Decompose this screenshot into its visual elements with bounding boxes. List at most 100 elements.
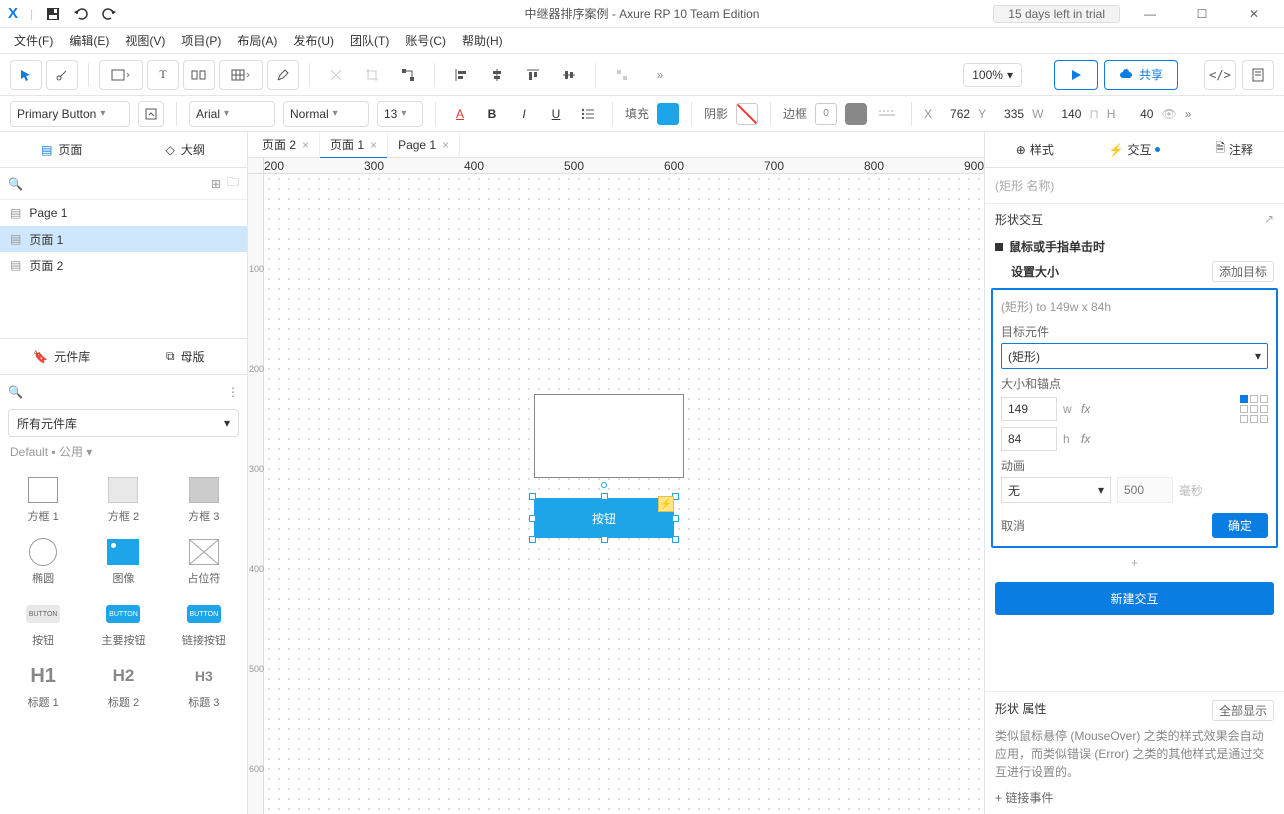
align-middle-tool[interactable]	[553, 60, 585, 90]
tab-style[interactable]: ⊕样式	[985, 132, 1085, 167]
width-input[interactable]	[1001, 397, 1057, 421]
menu-help[interactable]: 帮助(H)	[456, 30, 509, 51]
bullet-list-button[interactable]	[576, 102, 600, 126]
target-select[interactable]: (矩形)▾	[1001, 343, 1268, 369]
doc-tab[interactable]: 页面 2×	[252, 132, 320, 158]
link-event-button[interactable]: + 链接事件	[995, 789, 1274, 806]
rectangle-tool[interactable]	[99, 60, 143, 90]
fx-button[interactable]: fx	[1081, 432, 1090, 446]
more-style-icon[interactable]: »	[1185, 107, 1192, 121]
cut-tool[interactable]	[320, 60, 352, 90]
crop-tool[interactable]	[356, 60, 388, 90]
redo-icon[interactable]	[101, 6, 117, 22]
select-tool[interactable]	[10, 60, 42, 90]
animation-select[interactable]: 无▾	[1001, 477, 1111, 503]
event-title[interactable]: 鼠标或手指单击时	[995, 234, 1274, 259]
page-item[interactable]: ▤页面 1	[0, 226, 247, 252]
menu-publish[interactable]: 发布(U)	[287, 30, 340, 51]
height-field[interactable]: H40	[1107, 107, 1154, 121]
shadow-swatch[interactable]	[736, 103, 758, 125]
distribute-tool[interactable]	[606, 60, 638, 90]
save-icon[interactable]	[45, 6, 61, 22]
close-icon[interactable]: ×	[302, 138, 309, 152]
library-select[interactable]: 所有元件库▾	[8, 409, 239, 437]
widget-image[interactable]: 图像	[86, 534, 160, 590]
border-style-button[interactable]	[875, 102, 899, 126]
action-name[interactable]: 设置大小	[1011, 263, 1059, 280]
show-all-button[interactable]: 全部显示	[1212, 700, 1274, 721]
text-color-button[interactable]: A	[448, 102, 472, 126]
widget-name-field[interactable]: (矩形 名称)	[985, 168, 1284, 204]
underline-button[interactable]: U	[544, 102, 568, 126]
fill-color-swatch[interactable]	[657, 103, 679, 125]
preview-button[interactable]	[1054, 60, 1098, 90]
page-item[interactable]: ▤页面 2	[0, 252, 247, 278]
widget-placeholder[interactable]: 占位符	[167, 534, 241, 590]
canvas[interactable]: 按钮 ⚡	[264, 174, 984, 814]
tab-notes[interactable]: 🗎注释	[1184, 132, 1284, 167]
doc-tab[interactable]: Page 1×	[388, 132, 460, 158]
italic-button[interactable]: I	[512, 102, 536, 126]
menu-project[interactable]: 项目(P)	[175, 30, 227, 51]
close-icon[interactable]: ×	[370, 138, 377, 152]
font-weight-select[interactable]: Normal▾	[283, 101, 369, 127]
notes-button[interactable]	[1242, 60, 1274, 90]
more-tools[interactable]: »	[644, 60, 676, 90]
menu-view[interactable]: 视图(V)	[119, 30, 171, 51]
visibility-icon[interactable]: 👁	[1161, 107, 1176, 121]
align-center-tool[interactable]	[481, 60, 513, 90]
add-page-icon[interactable]: ⊞	[211, 177, 221, 191]
menu-arrange[interactable]: 布局(A)	[231, 30, 283, 51]
widget-h2[interactable]: H2标题 2	[86, 658, 160, 714]
point-tool[interactable]	[46, 60, 78, 90]
add-action-button[interactable]: +	[985, 552, 1284, 574]
cancel-button[interactable]: 取消	[1001, 517, 1025, 534]
canvas-rectangle[interactable]	[534, 394, 684, 478]
code-button[interactable]: </>	[1204, 60, 1236, 90]
zoom-select[interactable]: 100%▾	[963, 63, 1022, 87]
add-target-button[interactable]: 添加目标	[1212, 261, 1274, 282]
duration-input[interactable]	[1117, 477, 1173, 503]
widget-link-button[interactable]: BUTTON链接按钮	[167, 596, 241, 652]
external-link-icon[interactable]: ↗	[1264, 212, 1274, 226]
x-position[interactable]: X762	[924, 107, 970, 121]
pen-tool[interactable]	[267, 60, 299, 90]
fx-button[interactable]: fx	[1081, 402, 1090, 416]
menu-file[interactable]: 文件(F)	[8, 30, 59, 51]
page-item[interactable]: ▤Page 1	[0, 200, 247, 226]
width-field[interactable]: W140	[1032, 107, 1081, 121]
font-select[interactable]: Arial▾	[189, 101, 275, 127]
text-tool[interactable]: T	[147, 60, 179, 90]
widget-ellipse[interactable]: 椭圆	[6, 534, 80, 590]
connector-tool[interactable]	[392, 60, 424, 90]
tab-pages[interactable]: ▤页面	[0, 132, 124, 167]
anchor-grid[interactable]	[1240, 395, 1268, 423]
share-button[interactable]: 共享	[1104, 60, 1178, 90]
widget-h3[interactable]: H3标题 3	[167, 658, 241, 714]
lock-aspect-icon[interactable]: ⊓	[1089, 107, 1098, 121]
tab-interactions[interactable]: ⚡交互	[1085, 132, 1185, 167]
library-options-icon[interactable]: ⋮	[227, 385, 239, 399]
interaction-badge-icon[interactable]: ⚡	[658, 496, 674, 512]
widget-box3[interactable]: 方框 3	[167, 472, 241, 528]
reset-style-button[interactable]	[138, 101, 164, 127]
widget-box1[interactable]: 方框 1	[6, 472, 80, 528]
tab-library[interactable]: 🔖元件库	[0, 339, 124, 374]
library-search-input[interactable]	[29, 385, 221, 399]
bold-button[interactable]: B	[480, 102, 504, 126]
align-left-tool[interactable]	[445, 60, 477, 90]
new-interaction-button[interactable]: 新建交互	[995, 582, 1274, 615]
align-top-tool[interactable]	[517, 60, 549, 90]
ok-button[interactable]: 确定	[1212, 513, 1268, 538]
widget-box2[interactable]: 方框 2	[86, 472, 160, 528]
border-color-swatch[interactable]	[845, 103, 867, 125]
height-input[interactable]	[1001, 427, 1057, 451]
undo-icon[interactable]	[73, 6, 89, 22]
tab-outline[interactable]: ◇大纲	[124, 132, 248, 167]
y-position[interactable]: Y335	[978, 107, 1024, 121]
menu-account[interactable]: 账号(C)	[399, 30, 452, 51]
close-button[interactable]: ✕	[1232, 0, 1276, 28]
minimize-button[interactable]: —	[1128, 0, 1172, 28]
style-name-select[interactable]: Primary Button▾	[10, 101, 130, 127]
widget-button[interactable]: BUTTON按钮	[6, 596, 80, 652]
